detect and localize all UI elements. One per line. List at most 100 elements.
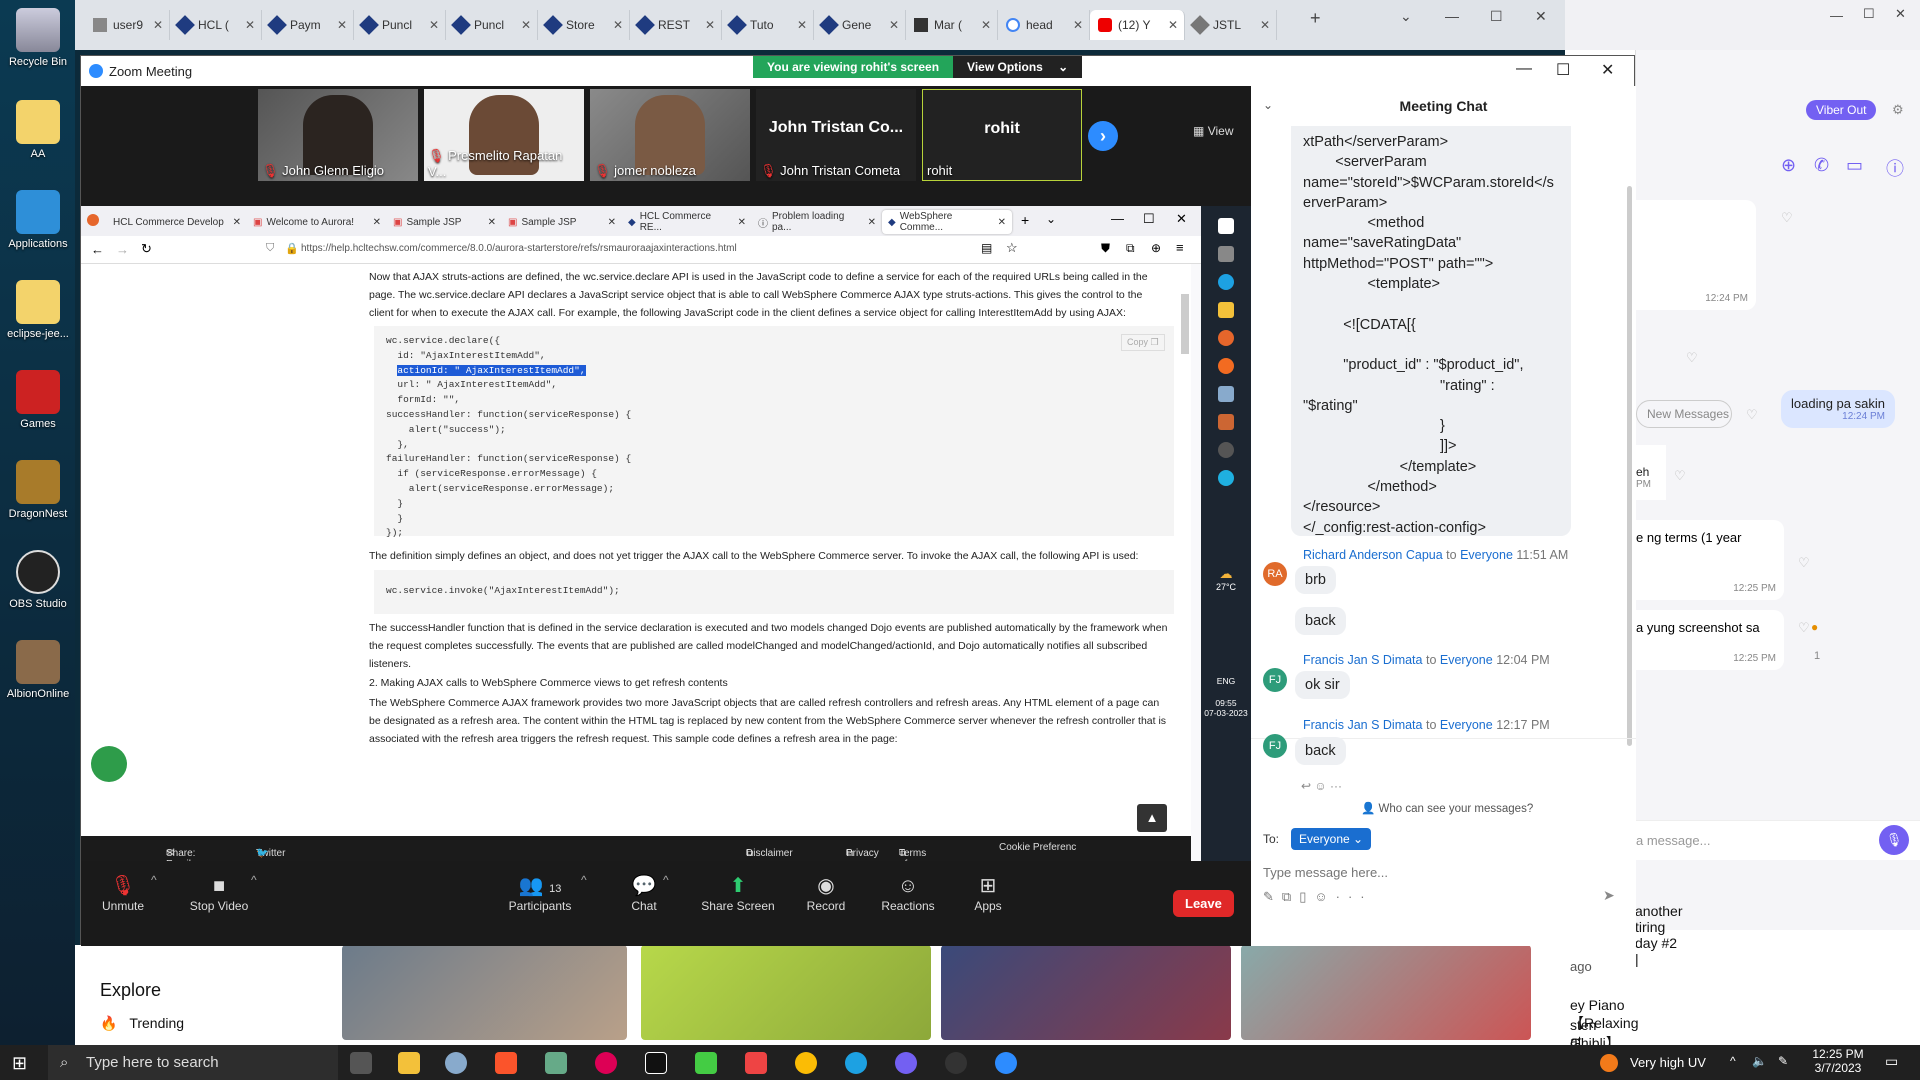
chrome-tab[interactable]: Gene ✕	[814, 10, 906, 40]
browser-tab[interactable]: ◆ HCL Commerce RE... ✕	[622, 210, 752, 234]
heart-reaction-icon[interactable]: ♡	[1781, 210, 1793, 226]
volume-icon[interactable]: 🔈	[1752, 1054, 1767, 1068]
viber-out-button[interactable]: Viber Out	[1806, 100, 1877, 120]
maximize-icon[interactable]: ☐	[1490, 8, 1503, 25]
intellij-icon[interactable]	[645, 1052, 667, 1074]
close-icon[interactable]: ✕	[488, 217, 496, 228]
close-icon[interactable]: ✕	[1073, 18, 1083, 32]
chrome-tab[interactable]: user9 ✕	[85, 10, 170, 40]
chrome-tab-active[interactable]: (12) Y ✕	[1090, 10, 1185, 40]
emoji-reaction-icon[interactable]: ●	[1811, 620, 1818, 634]
maximize-icon[interactable]: ☐	[1863, 6, 1875, 22]
chat-button[interactable]: 💬 Chat	[604, 873, 684, 913]
reader-view-icon[interactable]: ▤	[981, 241, 992, 255]
trending-link[interactable]: 🔥 Trending	[100, 1015, 184, 1032]
viber-icon[interactable]	[895, 1052, 917, 1074]
desktop-icon-albion[interactable]: AlbionOnline	[2, 640, 74, 700]
app-icon[interactable]	[745, 1052, 767, 1074]
participants-chevron-icon[interactable]: ^	[581, 873, 587, 887]
video-thumbnail[interactable]	[641, 945, 931, 1040]
participant-tile-active-speaker[interactable]: rohit rohit	[922, 89, 1082, 181]
copy-button[interactable]: Copy ❐	[1121, 334, 1165, 351]
zoom-icon[interactable]	[995, 1052, 1017, 1074]
account-icon[interactable]: ⊕	[1151, 241, 1161, 255]
close-window-icon[interactable]: ✕	[1535, 8, 1547, 25]
browser-tab[interactable]: HCL Commerce Develop ✕	[107, 210, 247, 234]
video-call-icon[interactable]: ▭	[1846, 155, 1863, 176]
browser-tab[interactable]: ▣ Sample JSP ✕	[387, 210, 502, 234]
view-button[interactable]: ▦ View	[1193, 124, 1233, 138]
close-window-icon[interactable]: ✕	[1895, 6, 1906, 22]
minimize-icon[interactable]: —	[1111, 211, 1124, 226]
tab-search-icon[interactable]: ⌄	[1400, 8, 1412, 25]
add-contact-icon[interactable]: ⊕	[1781, 155, 1796, 176]
heart-reaction-icon[interactable]: ♡	[1798, 620, 1810, 636]
chrome-tab[interactable]: Puncl ✕	[446, 10, 538, 40]
weather-status[interactable]: Very high UV	[1630, 1055, 1706, 1070]
bookmark-star-icon[interactable]: ☆	[1006, 240, 1018, 256]
participants-button[interactable]: 👥 13 Participants	[495, 873, 585, 913]
reactions-button[interactable]: ☺ Reactions	[868, 873, 948, 913]
audio-options-chevron-icon[interactable]: ^	[151, 873, 157, 887]
minimize-icon[interactable]: —	[1445, 8, 1459, 24]
taskbar-clock[interactable]: 12:25 PM 3/7/2023	[1808, 1047, 1868, 1075]
chrome-tab[interactable]: REST ✕	[630, 10, 722, 40]
app-icon[interactable]	[445, 1052, 467, 1074]
close-icon[interactable]: ✕	[889, 18, 899, 32]
edge-icon[interactable]	[845, 1052, 867, 1074]
maximize-icon[interactable]: ☐	[1143, 211, 1155, 227]
close-icon[interactable]: ✕	[233, 217, 241, 228]
forward-icon[interactable]: →	[116, 242, 129, 257]
chrome-tab[interactable]: Tuto ✕	[722, 10, 814, 40]
video-thumbnail[interactable]	[1241, 945, 1531, 1040]
url-bar[interactable]: https://help.hcltechsw.com/commerce/8.0.…	[301, 243, 737, 254]
close-icon[interactable]: ✕	[1260, 18, 1270, 32]
browser-tab-active[interactable]: ◆ WebSphere Comme... ✕	[882, 210, 1012, 234]
format-icon[interactable]: ✎	[1263, 889, 1282, 904]
close-icon[interactable]: ✕	[998, 217, 1006, 228]
new-tab-button[interactable]: +	[1021, 212, 1029, 228]
desktop-icon-dragonnest[interactable]: DragonNest	[2, 460, 74, 520]
list-tabs-icon[interactable]: ⌄	[1046, 212, 1056, 226]
participant-tile[interactable]: 🎙 John Glenn Eligio	[258, 89, 418, 181]
share-screen-button[interactable]: ⬆ Share Screen	[698, 873, 778, 913]
more-icon[interactable]: ···	[1336, 889, 1373, 904]
cookie-preferences-link[interactable]: Cookie Preferenc	[999, 842, 1076, 853]
recipient-dropdown[interactable]: Everyone ⌄	[1291, 828, 1372, 850]
video-thumbnail[interactable]	[941, 945, 1231, 1040]
taskbar-search[interactable]: ⌕ Type here to search	[48, 1045, 338, 1080]
video-options-chevron-icon[interactable]: ^	[251, 873, 257, 887]
system-tray-chevron-icon[interactable]: ^	[1730, 1054, 1736, 1068]
more-icon[interactable]: ···	[1330, 779, 1342, 793]
menu-icon[interactable]: ≡	[1176, 240, 1184, 255]
back-icon[interactable]: ←	[91, 242, 104, 257]
chrome-tab[interactable]: Store ✕	[538, 10, 630, 40]
desktop-icon-recycle-bin[interactable]: Recycle Bin	[2, 8, 74, 68]
postman-icon[interactable]	[1218, 358, 1234, 374]
notifications-icon[interactable]: ▭	[1885, 1053, 1898, 1070]
brave-icon[interactable]	[495, 1052, 517, 1074]
record-button[interactable]: ◉ Record	[786, 873, 866, 913]
folder-icon[interactable]	[1218, 302, 1234, 318]
app-icon[interactable]	[595, 1052, 617, 1074]
close-icon[interactable]: ✕	[373, 217, 381, 228]
heart-reaction-icon[interactable]: ♡	[1746, 407, 1758, 423]
scrollbar-thumb[interactable]	[1181, 294, 1189, 354]
pen-icon[interactable]: ✎	[1778, 1054, 1788, 1068]
edge-icon[interactable]	[1218, 274, 1234, 290]
close-icon[interactable]: ✕	[797, 18, 807, 32]
app-icon[interactable]	[1218, 470, 1234, 486]
collapse-chevron-icon[interactable]: ⌄	[1263, 98, 1273, 112]
heart-reaction-icon[interactable]: ♡	[1798, 555, 1810, 571]
chat-scrollbar[interactable]	[1627, 186, 1632, 746]
chrome-tab[interactable]: HCL (✕	[170, 10, 262, 40]
reload-icon[interactable]: ↻	[141, 241, 152, 257]
app-icon[interactable]	[1218, 386, 1234, 402]
viber-message-input[interactable]: a message...	[1636, 820, 1920, 860]
file-icon[interactable]: ▯	[1299, 889, 1314, 904]
firefox-icon[interactable]	[1218, 330, 1234, 346]
browser-tab[interactable]: ▣ Welcome to Aurora! ✕	[247, 210, 387, 234]
close-window-icon[interactable]: ✕	[1176, 211, 1187, 227]
reply-icon[interactable]: ↩	[1301, 779, 1311, 793]
close-icon[interactable]: ✕	[153, 18, 163, 32]
